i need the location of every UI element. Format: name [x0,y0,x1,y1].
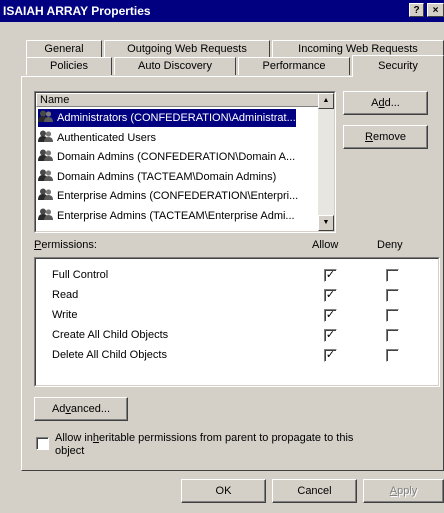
deny-checkbox[interactable] [386,309,399,322]
allow-checkbox[interactable]: ✓ [324,309,337,322]
permissions-list: Full Control ✓ Read ✓ Write ✓ Create All Child… [34,257,440,387]
user-group-icon [38,169,53,181]
permission-name: Create All Child Objects [52,329,169,341]
deny-checkbox[interactable] [386,269,399,282]
user-group-icon [38,110,53,122]
window-title: ISAIAH ARRAY Properties [3,4,151,18]
add-button[interactable]: Add... [343,91,428,115]
close-button[interactable]: × [427,3,444,17]
ok-button[interactable]: OK [181,479,266,503]
tab-auto-discovery[interactable]: Auto Discovery [114,57,236,75]
name-list-item[interactable]: Enterprise Admins (TACTEAM\Enterprise Ad… [38,207,295,225]
tab-general[interactable]: General [26,40,102,58]
tab-policies[interactable]: Policies [26,57,112,75]
deny-checkbox[interactable] [386,289,399,302]
allow-checkbox[interactable]: ✓ [324,289,337,302]
apply-button[interactable]: Apply [363,479,444,503]
deny-column-label: Deny [377,239,403,251]
user-group-icon [38,130,53,142]
deny-checkbox[interactable] [386,349,399,362]
inherit-permissions-checkbox[interactable] [36,437,49,450]
permission-name: Delete All Child Objects [52,349,167,361]
name-list-item[interactable]: Administrators (CONFEDERATION\Administra… [38,109,296,127]
deny-checkbox[interactable] [386,329,399,342]
allow-column-label: Allow [312,239,339,251]
name-list-item[interactable]: Authenticated Users [38,129,156,147]
user-group-icon [38,188,53,200]
permissions-label: Permissions: [34,239,97,251]
remove-button[interactable]: Remove [343,125,428,149]
name-list-item-label: Domain Admins (TACTEAM\Domain Admins) [57,170,277,183]
name-list-item-label: Authenticated Users [57,131,157,144]
allow-checkbox[interactable]: ✓ [324,269,337,282]
advanced-button[interactable]: Advanced... [34,397,128,421]
title-bar[interactable]: ISAIAH ARRAY Properties ? × [0,0,444,22]
name-column-header[interactable]: Name [36,93,320,107]
permission-name: Full Control [52,269,109,281]
tab-outgoing-web-requests[interactable]: Outgoing Web Requests [104,40,270,58]
user-group-icon [38,208,53,220]
name-list-item[interactable]: Domain Admins (CONFEDERATION\Domain A... [38,148,295,166]
security-tab-panel: Name Administrators (CONFEDERATION\Admin… [21,76,444,471]
name-list-item[interactable]: Domain Admins (TACTEAM\Domain Admins) [38,168,276,186]
allow-checkbox[interactable]: ✓ [324,349,337,362]
name-list-item-label: Enterprise Admins (TACTEAM\Enterprise Ad… [57,209,295,222]
name-list-item-label: Domain Admins (CONFEDERATION\Domain A... [57,151,296,163]
names-listbox[interactable]: Name Administrators (CONFEDERATION\Admin… [34,91,336,233]
allow-checkbox[interactable]: ✓ [324,329,337,342]
cancel-button[interactable]: Cancel [272,479,357,503]
scroll-down-arrow-icon[interactable]: ▼ [318,215,334,231]
permission-name: Write [52,309,78,321]
properties-dialog: ISAIAH ARRAY Properties ? × General Outg… [0,0,444,513]
inherit-permissions-label: Allow inheritable permissions from paren… [55,432,354,457]
name-list-item-label: Administrators (CONFEDERATION\Administra… [57,112,296,124]
user-group-icon [38,149,53,161]
scroll-up-arrow-icon[interactable]: ▲ [318,93,334,109]
tab-performance[interactable]: Performance [238,57,350,75]
names-scrollbar[interactable]: ▲ ▼ [318,93,334,231]
tab-security[interactable]: Security [352,55,444,77]
name-list-item[interactable]: Enterprise Admins (CONFEDERATION\Enterpr… [38,187,298,205]
name-list-item-label: Enterprise Admins (CONFEDERATION\Enterpr… [57,190,299,202]
permission-name: Read [52,289,79,301]
help-button[interactable]: ? [409,3,424,17]
